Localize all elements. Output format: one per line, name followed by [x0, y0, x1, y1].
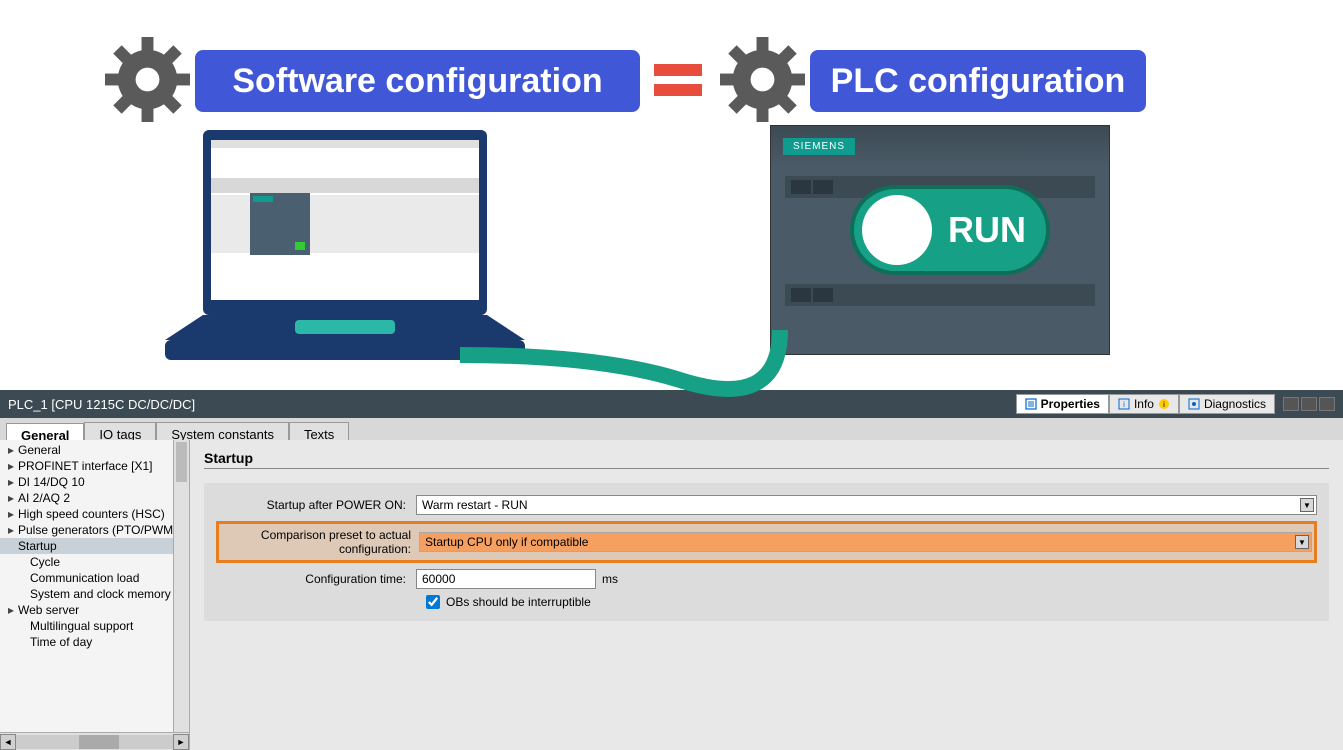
section-heading: Startup — [204, 450, 1329, 469]
diagnostics-icon — [1188, 398, 1200, 410]
tree-item[interactable]: ▸Pulse generators (PTO/PWM) — [0, 522, 173, 538]
run-label: RUN — [948, 209, 1026, 251]
gear-icon — [720, 37, 805, 122]
scroll-left-btn[interactable]: ◄ — [0, 734, 16, 750]
startup-after-value: Warm restart - RUN — [422, 498, 528, 512]
tree-item-label: Time of day — [30, 635, 92, 649]
window-btn[interactable] — [1283, 397, 1299, 411]
tree-item-label: Cycle — [30, 555, 60, 569]
run-toggle: RUN — [850, 185, 1050, 275]
chevron-down-icon: ▼ — [1295, 535, 1309, 549]
info-icon: i — [1118, 398, 1130, 410]
tree-item-label: Web server — [18, 603, 79, 617]
startup-after-label: Startup after POWER ON: — [216, 498, 416, 512]
tree-item[interactable]: ▸Web server — [0, 602, 173, 618]
panel-title-text: PLC_1 [CPU 1215C DC/DC/DC] — [8, 397, 195, 412]
svg-text:i: i — [1163, 400, 1165, 409]
software-config-badge: Software configuration — [195, 50, 640, 112]
diagram-area: Software configuration PLC configuration… — [0, 0, 1343, 390]
tree-item-label: Communication load — [30, 571, 139, 585]
cable-icon — [460, 330, 880, 450]
window-btn[interactable] — [1319, 397, 1335, 411]
tree-item[interactable]: Cycle — [0, 554, 173, 570]
equals-icon — [654, 64, 702, 104]
expand-icon: ▸ — [8, 491, 18, 505]
nav-tree: ▸General▸PROFINET interface [X1]▸DI 14/D… — [0, 440, 190, 750]
obs-checkbox[interactable] — [426, 595, 440, 609]
siemens-label: SIEMENS — [783, 138, 855, 155]
config-time-label: Configuration time: — [216, 572, 416, 586]
tree-item[interactable]: Startup — [0, 538, 173, 554]
tree-item-label: High speed counters (HSC) — [18, 507, 165, 521]
tree-item-label: General — [18, 443, 61, 457]
chevron-down-icon: ▼ — [1300, 498, 1314, 512]
panel-inspector-tabs: Properties i Info i Diagnostics — [1016, 394, 1275, 414]
tree-item[interactable]: Multilingual support — [0, 618, 173, 634]
tree-hscrollbar[interactable]: ◄ ► — [0, 732, 189, 750]
tree-item-label: Startup — [18, 539, 57, 553]
config-time-unit: ms — [602, 572, 618, 586]
form-area: Startup Startup after POWER ON: Warm res… — [190, 440, 1343, 750]
warning-icon: i — [1158, 398, 1170, 410]
tab-info[interactable]: i Info i — [1109, 394, 1179, 414]
tree-item[interactable]: Time of day — [0, 634, 173, 650]
startup-after-combo[interactable]: Warm restart - RUN ▼ — [416, 495, 1317, 515]
expand-icon: ▸ — [8, 443, 18, 457]
tab-info-label: Info — [1134, 397, 1154, 411]
obs-label: OBs should be interruptible — [446, 595, 591, 609]
tree-item[interactable]: ▸AI 2/AQ 2 — [0, 490, 173, 506]
tree-item[interactable]: System and clock memory — [0, 586, 173, 602]
tree-item-label: PROFINET interface [X1] — [18, 459, 153, 473]
tree-item-label: Pulse generators (PTO/PWM) — [18, 523, 177, 537]
tree-item[interactable]: ▸High speed counters (HSC) — [0, 506, 173, 522]
tree-item[interactable]: ▸PROFINET interface [X1] — [0, 458, 173, 474]
tree-item-label: AI 2/AQ 2 — [18, 491, 70, 505]
tab-properties-label: Properties — [1041, 397, 1100, 411]
tree-item-label: System and clock memory — [30, 587, 171, 601]
plc-config-badge: PLC configuration — [810, 50, 1146, 112]
plc-config-text: PLC configuration — [831, 62, 1126, 101]
svg-text:i: i — [1123, 400, 1125, 409]
tab-diagnostics[interactable]: Diagnostics — [1179, 394, 1275, 414]
expand-icon: ▸ — [8, 603, 18, 617]
comparison-combo[interactable]: Startup CPU only if compatible ▼ — [419, 532, 1312, 552]
config-time-input[interactable]: 60000 — [416, 569, 596, 589]
scroll-right-btn[interactable]: ► — [173, 734, 189, 750]
tree-item[interactable]: ▸General — [0, 442, 173, 458]
software-config-text: Software configuration — [232, 62, 602, 101]
gear-icon — [105, 37, 190, 122]
tree-vscrollbar[interactable] — [173, 440, 189, 732]
comparison-value: Startup CPU only if compatible — [425, 535, 588, 549]
expand-icon: ▸ — [8, 459, 18, 473]
tree-item-label: DI 14/DQ 10 — [18, 475, 85, 489]
properties-icon — [1025, 398, 1037, 410]
tree-item-label: Multilingual support — [30, 619, 133, 633]
run-knob — [862, 195, 932, 265]
comparison-label: Comparison preset to actual configuratio… — [219, 524, 419, 560]
tree-item[interactable]: ▸DI 14/DQ 10 — [0, 474, 173, 490]
tab-diagnostics-label: Diagnostics — [1204, 397, 1266, 411]
window-buttons — [1283, 397, 1335, 411]
tab-properties[interactable]: Properties — [1016, 394, 1109, 414]
expand-icon: ▸ — [8, 507, 18, 521]
expand-icon: ▸ — [8, 475, 18, 489]
expand-icon: ▸ — [8, 523, 18, 537]
window-btn[interactable] — [1301, 397, 1317, 411]
tree-item[interactable]: Communication load — [0, 570, 173, 586]
